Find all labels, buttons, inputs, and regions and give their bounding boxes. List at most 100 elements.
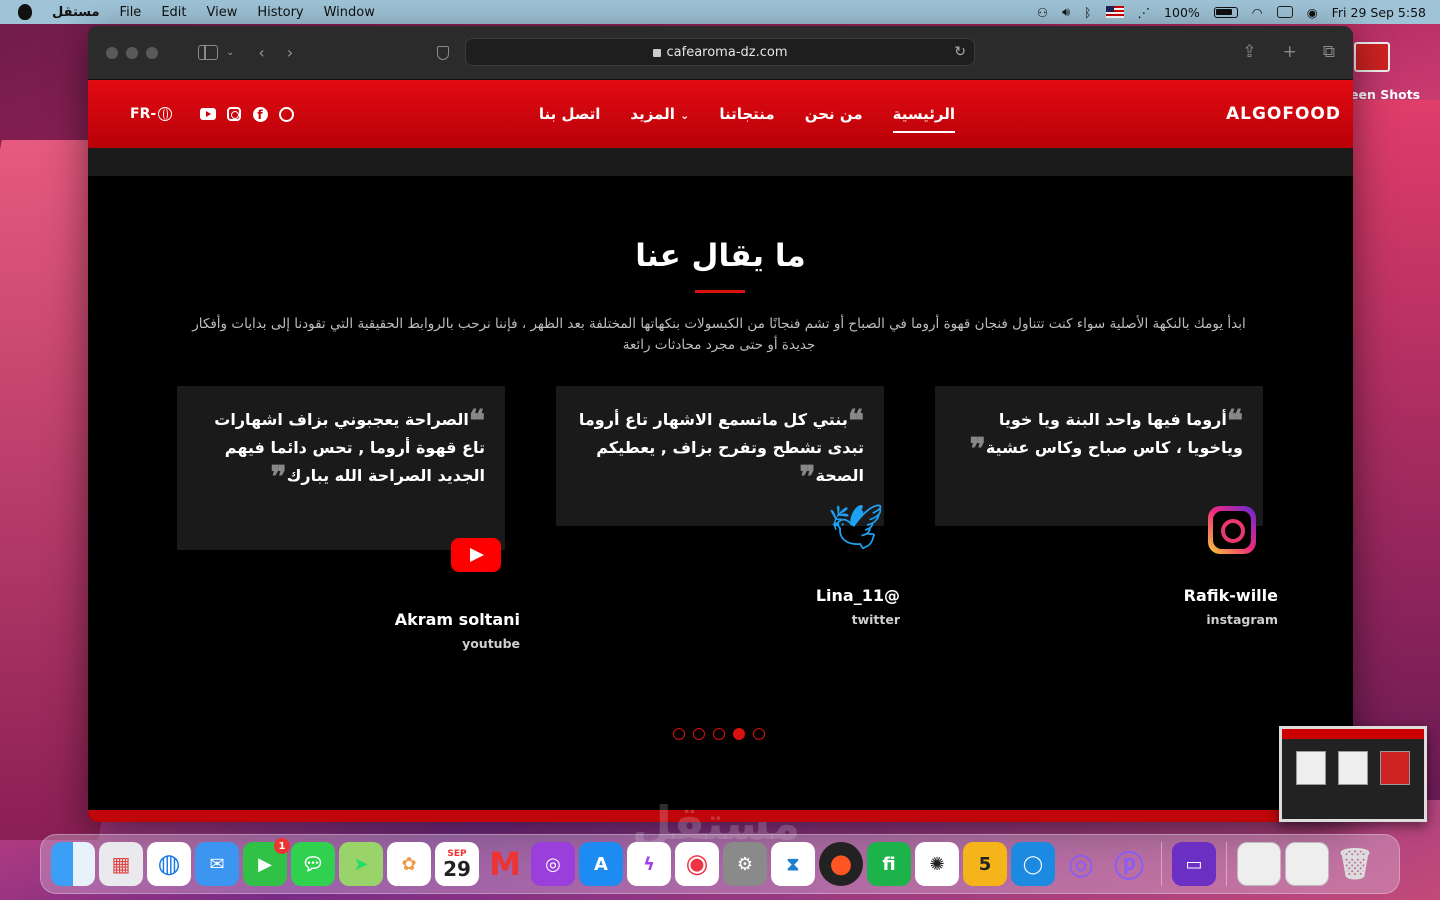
user-icon[interactable]: ⚇ bbox=[1037, 5, 1048, 20]
minimize-button[interactable] bbox=[126, 46, 138, 59]
zoom-button[interactable] bbox=[146, 46, 158, 59]
menu-file[interactable]: File bbox=[120, 5, 142, 20]
language-switch[interactable]: FR- bbox=[130, 106, 173, 122]
thumb-header bbox=[1282, 729, 1424, 739]
screenshots-folder-icon[interactable] bbox=[1354, 42, 1390, 72]
nav-products[interactable]: منتجاتنا bbox=[719, 103, 774, 125]
control-center-icon[interactable] bbox=[1276, 6, 1293, 18]
new-tab-icon[interactable]: + bbox=[1283, 42, 1297, 62]
recorder-icon[interactable]: ● bbox=[819, 842, 863, 886]
facetime-badge: 1 bbox=[274, 838, 290, 854]
photos-icon[interactable]: ✿ bbox=[387, 842, 431, 886]
facetime-icon[interactable]: ▶ 1 bbox=[243, 838, 290, 886]
instagram-icon bbox=[227, 107, 241, 121]
youtube-link[interactable] bbox=[200, 106, 216, 122]
address-bar[interactable]: cafearoma-dz.com ↻ bbox=[465, 38, 975, 66]
menu-history[interactable]: History bbox=[257, 5, 303, 20]
share-icon[interactable]: ⇪ bbox=[1242, 42, 1256, 62]
quote-open-icon: ❝ bbox=[468, 404, 485, 439]
nav-contact[interactable]: اتصل بنا bbox=[539, 103, 601, 125]
siri-icon[interactable]: ◉ bbox=[1307, 5, 1318, 20]
site-navbar: FR- f الرئيسية من نحن منتجاتنا المزيد ⌄ … bbox=[88, 80, 1353, 148]
chatgpt-icon[interactable]: ✺ bbox=[915, 842, 959, 886]
carousel-dot-4[interactable] bbox=[733, 728, 745, 740]
instagram-icon[interactable] bbox=[1208, 506, 1256, 554]
facebook-link[interactable]: f bbox=[252, 106, 268, 122]
quote-close-icon: ❞ bbox=[270, 460, 287, 495]
messages-icon[interactable]: 💬︎ bbox=[291, 842, 335, 886]
dock-separator bbox=[1226, 842, 1227, 886]
mail-icon[interactable]: ✉ bbox=[195, 842, 239, 886]
recent-window-icon[interactable] bbox=[1285, 842, 1329, 886]
back-icon[interactable]: ‹ bbox=[258, 43, 264, 62]
carousel-dot-3[interactable] bbox=[713, 728, 725, 740]
thumb-product bbox=[1338, 751, 1368, 785]
instagram-link[interactable] bbox=[226, 106, 242, 122]
globe-icon bbox=[158, 107, 173, 121]
app-p-icon[interactable]: ⓟ bbox=[1107, 842, 1151, 886]
carousel-dot-5[interactable] bbox=[753, 728, 765, 740]
reload-icon[interactable]: ↻ bbox=[954, 44, 966, 60]
input-source-icon[interactable] bbox=[1105, 6, 1124, 18]
volume-icon[interactable]: 🔊︎ bbox=[1062, 4, 1070, 20]
nav-home[interactable]: الرئيسية bbox=[892, 103, 956, 133]
screenshot-thumbnail[interactable] bbox=[1279, 726, 1427, 822]
testimonial-author: Lina_11@ bbox=[815, 586, 900, 605]
youtube-icon[interactable] bbox=[451, 538, 501, 572]
tab-overview-icon[interactable]: ⧉ bbox=[1323, 42, 1335, 62]
calendar-icon[interactable]: SEP 29 bbox=[435, 842, 479, 886]
vscode-icon[interactable]: ⧗ bbox=[771, 842, 815, 886]
close-button[interactable] bbox=[106, 46, 118, 59]
fiverr-icon[interactable]: fi bbox=[867, 842, 911, 886]
app-target-icon[interactable]: ◎ bbox=[1059, 842, 1103, 886]
launchpad-icon[interactable]: ▦ bbox=[99, 842, 143, 886]
messenger-icon[interactable]: ϟ bbox=[627, 842, 671, 886]
quote-open-icon: ❝ bbox=[847, 404, 864, 439]
finder-icon[interactable] bbox=[51, 842, 95, 886]
language-label: FR- bbox=[130, 106, 157, 122]
activity-icon[interactable]: ⋰ bbox=[1138, 5, 1151, 20]
battery-icon[interactable] bbox=[1213, 6, 1238, 18]
quote-close-icon: ❞ bbox=[799, 460, 816, 495]
calendar-day: 29 bbox=[443, 857, 471, 881]
testimonial-platform: instagram bbox=[1206, 612, 1278, 627]
safari-icon[interactable]: ◍ bbox=[147, 842, 191, 886]
nav-about[interactable]: من نحن bbox=[805, 103, 863, 125]
app-menu[interactable]: مستقل bbox=[52, 5, 100, 20]
url-text: cafearoma-dz.com bbox=[666, 44, 788, 60]
maps-icon[interactable]: ➤ bbox=[339, 842, 383, 886]
whatsapp-icon bbox=[278, 106, 294, 122]
twitter-icon[interactable]: 🕊︎ bbox=[828, 504, 884, 552]
wallpaper-shape-right bbox=[1340, 100, 1440, 800]
trash-icon[interactable]: 🗑︎ bbox=[1333, 842, 1377, 886]
privacy-shield-icon[interactable] bbox=[437, 46, 449, 60]
carousel-dot-1[interactable] bbox=[673, 728, 685, 740]
menu-edit[interactable]: Edit bbox=[161, 5, 186, 20]
chevron-down-icon: ⌄ bbox=[680, 109, 690, 122]
main-menu: الرئيسية من نحن منتجاتنا المزيد ⌄ اتصل ب… bbox=[539, 80, 956, 148]
apple-icon[interactable] bbox=[18, 4, 32, 20]
whatsapp-link[interactable] bbox=[278, 106, 294, 122]
sidebar-toggle-icon[interactable] bbox=[198, 45, 218, 60]
clock[interactable]: Fri 29 Sep 5:58 bbox=[1332, 5, 1426, 20]
chevron-down-icon[interactable]: ⌄ bbox=[226, 47, 234, 58]
disk-utility-icon[interactable]: ▭ bbox=[1172, 842, 1216, 886]
recent-window-icon[interactable] bbox=[1237, 842, 1281, 886]
system-settings-icon[interactable]: ⚙ bbox=[723, 842, 767, 886]
brand-logo[interactable]: ALGOFOOD bbox=[1226, 104, 1341, 124]
bluetooth-icon[interactable]: ᛒ bbox=[1084, 5, 1092, 20]
gmail-icon[interactable]: M bbox=[483, 842, 527, 886]
carousel-dot-2[interactable] bbox=[693, 728, 705, 740]
chrome-icon[interactable]: ◉ bbox=[675, 842, 719, 886]
nav-more[interactable]: المزيد ⌄ bbox=[630, 103, 689, 125]
app-store-icon[interactable]: A bbox=[579, 842, 623, 886]
app-circle-icon[interactable]: ◯ bbox=[1011, 842, 1055, 886]
menu-view[interactable]: View bbox=[207, 5, 238, 20]
app-5-icon[interactable]: 5 bbox=[963, 842, 1007, 886]
safari-window: ⌄ ‹ › cafearoma-dz.com ↻ ⇪ + ⧉ FR- f الر… bbox=[88, 26, 1353, 822]
menu-window[interactable]: Window bbox=[324, 5, 375, 20]
testimonial-text: الصراحة يعجبوني بزاف اشهارات تاع قهوة أر… bbox=[214, 410, 485, 485]
forward-icon[interactable]: › bbox=[287, 43, 293, 62]
podcasts-icon[interactable]: ◎ bbox=[531, 842, 575, 886]
wifi-icon[interactable]: ◠ bbox=[1252, 5, 1263, 20]
